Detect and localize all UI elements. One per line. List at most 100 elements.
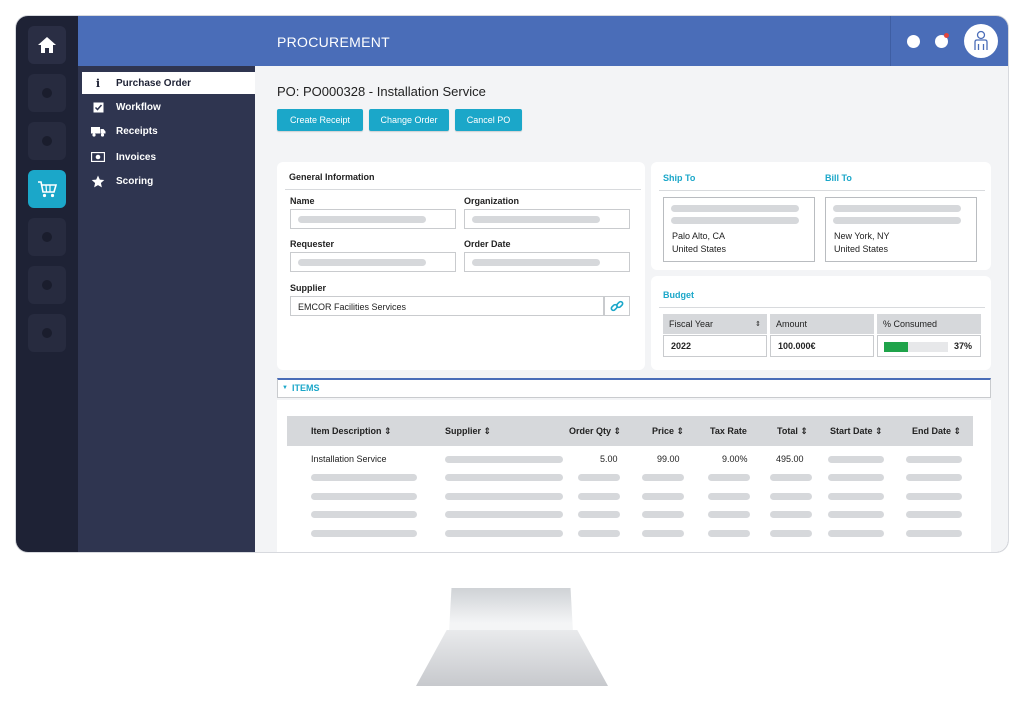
column-header-tax-rate[interactable]: Tax Rate: [710, 426, 747, 436]
placeholder-bar: [906, 511, 962, 518]
supplier-value: EMCOR Facilities Services: [298, 302, 407, 312]
dot-icon: [42, 88, 52, 98]
placeholder-bar: [708, 474, 750, 481]
budget-card: Budget Fiscal Year ⇕ Amount % Consumed 2…: [651, 276, 991, 370]
placeholder-bar: [311, 511, 417, 518]
rail-button-6[interactable]: [28, 314, 66, 352]
sidebar-item-workflow[interactable]: Workflow: [82, 96, 255, 118]
price-cell: 99.00: [657, 454, 680, 464]
placeholder-bar: [445, 456, 563, 463]
placeholder-bar: [578, 529, 620, 537]
placeholder-bar: [311, 529, 417, 537]
rail-button-1[interactable]: [28, 74, 66, 112]
column-header-order-qty[interactable]: Order Qty ⇕: [569, 426, 621, 437]
sidebar-nav: i Purchase Order Workflow Receipts Invoi…: [78, 66, 255, 552]
placeholder-bar: [906, 474, 962, 481]
notification-badge: [944, 33, 949, 38]
placeholder-bar: [770, 511, 812, 518]
supplier-field[interactable]: EMCOR Facilities Services: [290, 296, 604, 316]
amount-label: Amount: [776, 319, 808, 329]
dot-icon: [42, 232, 52, 242]
supplier-link-button[interactable]: [604, 296, 630, 316]
placeholder-bar: [445, 529, 563, 537]
rail-button-5[interactable]: [28, 266, 66, 304]
rail-button-4[interactable]: [28, 218, 66, 256]
column-header-end-date[interactable]: End Date ⇕: [912, 426, 961, 437]
placeholder-bar: [298, 259, 426, 266]
divider: [285, 189, 641, 190]
dot-icon: [42, 136, 52, 146]
consumed-label: % Consumed: [883, 319, 938, 329]
items-section-header[interactable]: ▼ ITEMS: [277, 378, 991, 398]
create-receipt-button[interactable]: Create Receipt: [277, 109, 363, 131]
divider: [659, 307, 985, 308]
dot-icon: [42, 328, 52, 338]
change-order-button[interactable]: Change Order: [369, 109, 449, 131]
home-icon: [38, 37, 56, 53]
sidebar-item-receipts[interactable]: Receipts: [82, 120, 255, 142]
truck-icon: [86, 126, 110, 137]
column-header-total[interactable]: Total ⇕: [777, 426, 808, 437]
star-icon: [86, 175, 110, 188]
column-header-item-description[interactable]: Item Description ⇕: [311, 426, 392, 437]
sidebar-item-label: Scoring: [116, 175, 154, 187]
icon-rail: [16, 16, 78, 552]
organization-label: Organization: [464, 196, 520, 206]
placeholder-bar: [708, 492, 750, 500]
placeholder-bar: [828, 492, 884, 500]
item-description-cell: Installation Service: [311, 454, 387, 464]
sidebar-item-scoring[interactable]: Scoring: [82, 170, 255, 192]
sort-icon: ⇕: [755, 321, 761, 328]
rail-button-2[interactable]: [28, 122, 66, 160]
money-icon: [86, 152, 110, 162]
placeholder-bar: [708, 511, 750, 518]
column-header-price[interactable]: Price ⇕: [652, 426, 684, 437]
info-icon: i: [95, 76, 101, 90]
placeholder-bar: [770, 529, 812, 537]
placeholder-bar: [298, 216, 426, 223]
main-content: PO: PO000328 - Installation Service Crea…: [255, 66, 1008, 552]
sidebar-item-label: Receipts: [116, 125, 158, 137]
placeholder-bar: [770, 492, 812, 500]
column-header-supplier[interactable]: Supplier ⇕: [445, 426, 491, 437]
top-bar: PROCUREMENT: [78, 16, 1008, 66]
sidebar-item-invoices[interactable]: Invoices: [82, 146, 255, 168]
status-icon[interactable]: [907, 35, 920, 48]
tax-rate-cell: 9.00%: [722, 454, 748, 464]
placeholder-bar: [311, 492, 417, 500]
placeholder-bar: [311, 474, 417, 481]
address-card: Ship To Bill To Palo Alto, CA United Sta…: [651, 162, 991, 270]
placeholder-bar: [642, 474, 684, 481]
total-cell: 495.00: [776, 454, 804, 464]
ship-to-city: Palo Alto, CA: [672, 231, 726, 241]
bill-to-address: New York, NY United States: [825, 197, 977, 262]
placeholder-bar: [642, 529, 684, 537]
column-header-start-date[interactable]: Start Date ⇕: [830, 426, 883, 437]
placeholder-bar: [642, 511, 684, 518]
user-avatar[interactable]: [964, 24, 998, 58]
cancel-po-button[interactable]: Cancel PO: [455, 109, 522, 131]
placeholder-bar: [445, 492, 563, 500]
requester-field[interactable]: [290, 252, 456, 272]
items-table: Item Description ⇕ Supplier ⇕ Order Qty …: [277, 400, 991, 552]
link-icon: [610, 300, 624, 312]
amount-header: Amount: [770, 314, 874, 334]
home-button[interactable]: [28, 26, 66, 64]
placeholder-bar: [828, 456, 884, 463]
items-heading: ITEMS: [292, 383, 320, 393]
sidebar-item-purchase-order[interactable]: i Purchase Order: [82, 72, 255, 94]
organization-field[interactable]: [464, 209, 630, 229]
placeholder-bar: [578, 474, 620, 481]
order-date-field[interactable]: [464, 252, 630, 272]
placeholder-bar: [671, 205, 799, 212]
name-field[interactable]: [290, 209, 456, 229]
placeholder-bar: [708, 529, 750, 537]
fiscal-year-header[interactable]: Fiscal Year ⇕: [663, 314, 767, 334]
rail-button-procurement[interactable]: [28, 170, 66, 208]
monitor-base: [416, 630, 608, 686]
placeholder-bar: [828, 529, 884, 537]
ship-to-heading: Ship To: [663, 173, 696, 183]
bill-to-heading: Bill To: [825, 173, 852, 183]
sidebar-item-label: Purchase Order: [116, 77, 192, 89]
placeholder-bar: [906, 529, 962, 537]
